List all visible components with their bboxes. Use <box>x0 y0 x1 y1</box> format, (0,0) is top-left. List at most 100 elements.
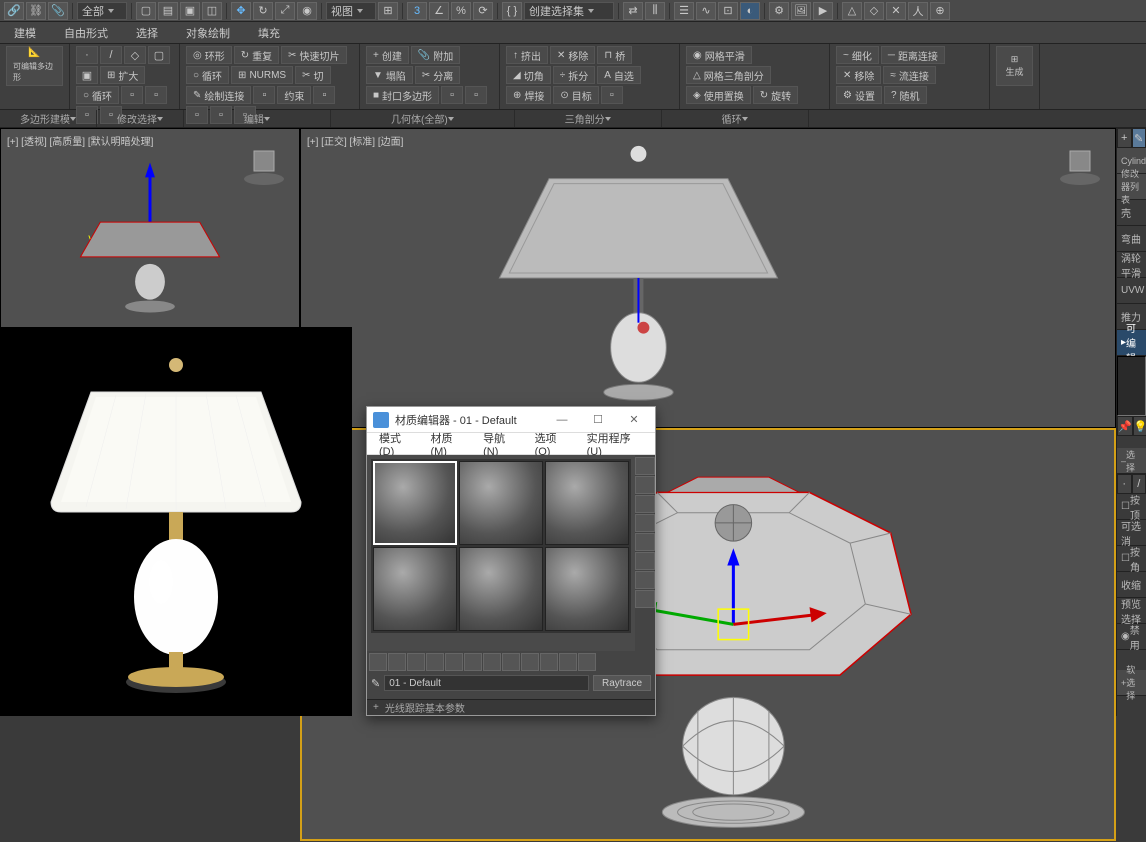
conn-flow-btn[interactable]: ≈流连接 <box>883 66 936 84</box>
bridge-btn[interactable]: ⊓桥 <box>597 46 632 64</box>
poly-mode-btn[interactable]: ▢ <box>148 46 170 64</box>
weld-btn[interactable]: ⊕焊接 <box>506 86 551 104</box>
random-btn[interactable]: ?随机 <box>884 86 927 104</box>
go-parent-btn[interactable] <box>559 653 577 671</box>
sample-uv-btn[interactable] <box>635 514 655 532</box>
modifier-uvw[interactable]: UVW <box>1117 278 1146 304</box>
select-icon[interactable]: ▢ <box>136 2 156 20</box>
geom-sub-1[interactable]: ▫ <box>441 86 463 104</box>
editable-poly-item[interactable]: ▸ 可编辑 <box>1117 330 1146 356</box>
material-slot-4[interactable] <box>373 547 457 631</box>
select-region-icon[interactable]: ▣ <box>180 2 200 20</box>
by-vertex-check[interactable]: ☐ 按顶 <box>1117 494 1146 520</box>
make-unique-btn[interactable] <box>464 653 482 671</box>
disable-radio[interactable]: ◉ 禁用 <box>1117 624 1146 650</box>
conn-edge-btn[interactable]: ─距离连接 <box>881 46 945 64</box>
tool-d-icon[interactable]: 人 <box>908 2 928 20</box>
constraint-btn[interactable]: 约束 <box>277 86 311 104</box>
by-angle-check[interactable]: ☐ 按角 <box>1117 546 1146 572</box>
create-tab[interactable]: + <box>1117 128 1132 148</box>
collapse-btn[interactable]: ▼塌陷 <box>366 66 413 84</box>
cut-btn[interactable]: ✂切 <box>295 66 330 84</box>
pick-icon[interactable]: ✎ <box>371 677 380 690</box>
rotate-tri-btn[interactable]: ↻旋转 <box>753 86 798 104</box>
material-slot-1[interactable] <box>373 461 457 545</box>
show-end-btn[interactable] <box>540 653 558 671</box>
schematic-icon[interactable]: ⊡ <box>718 2 738 20</box>
ring-btn[interactable]: ◎环形 <box>186 46 232 64</box>
shrink-btn[interactable]: 收缩 <box>1117 572 1146 598</box>
relax-btn[interactable]: ~细化 <box>836 46 879 64</box>
selection-set-dropdown[interactable]: 创建选择集 <box>524 2 614 20</box>
tool-b-icon[interactable]: ◇ <box>864 2 884 20</box>
background-btn[interactable] <box>635 495 655 513</box>
edit-sub-2[interactable]: ▫ <box>313 86 335 104</box>
select-by-mat-btn[interactable] <box>635 590 655 608</box>
video-color-btn[interactable] <box>635 533 655 551</box>
render-setup-icon[interactable]: ⚙ <box>769 2 789 20</box>
reset-btn[interactable] <box>426 653 444 671</box>
loop2-btn[interactable]: ○循环 <box>186 66 229 84</box>
minimize-button[interactable]: — <box>547 409 577 431</box>
mat-menu-options[interactable]: 选项(O) <box>527 430 579 458</box>
autos-btn[interactable]: A自选 <box>597 66 641 84</box>
material-slot-6[interactable] <box>545 547 629 631</box>
mat-menu-mode[interactable]: 模式(D) <box>371 430 422 458</box>
snap-icon[interactable]: 3 <box>407 2 427 20</box>
tab-modifysel[interactable]: 修改选择 <box>97 110 184 127</box>
viewport-perspective[interactable]: [+] [透视] [高质量] [默认明暗处理] y <box>0 128 300 346</box>
seal-btn[interactable]: ■封口多边形 <box>366 86 439 104</box>
material-slot-5[interactable] <box>459 547 543 631</box>
tab-polymodel[interactable]: 多边形建模 <box>0 110 97 127</box>
tab-edit[interactable]: 编辑 <box>184 110 331 127</box>
modify-tab[interactable]: ✎ <box>1132 128 1146 148</box>
edit-sub-1[interactable]: ▫ <box>253 86 275 104</box>
menu-freeform[interactable]: 自由形式 <box>50 22 122 43</box>
g5-sub-1[interactable]: ▫ <box>601 86 623 104</box>
remove2-btn[interactable]: ✕移除 <box>836 66 881 84</box>
bind-icon[interactable]: 📎 <box>48 2 68 20</box>
tab-tri[interactable]: 三角剖分 <box>515 110 662 127</box>
move-icon[interactable]: ✥ <box>231 2 251 20</box>
material-icon[interactable]: ◐ <box>740 2 760 20</box>
loop-btn[interactable]: ○循环 <box>76 86 119 104</box>
attach-btn[interactable]: 📎附加 <box>411 46 460 64</box>
make-preview-btn[interactable] <box>635 552 655 570</box>
menu-populate[interactable]: 填充 <box>244 22 294 43</box>
geom-sub-2[interactable]: ▫ <box>465 86 487 104</box>
mesh-smooth-btn[interactable]: ◉网格平滑 <box>686 46 752 64</box>
scale-icon[interactable]: ⤢ <box>275 2 295 20</box>
mirror-icon[interactable]: ⇄ <box>623 2 643 20</box>
quickslice-btn[interactable]: ✂快速切片 <box>281 46 346 64</box>
put-to-lib-btn[interactable] <box>483 653 501 671</box>
assign-btn[interactable] <box>407 653 425 671</box>
create-btn[interactable]: +创建 <box>366 46 409 64</box>
align-icon[interactable]: ⫼ <box>645 2 665 20</box>
scope-dropdown[interactable]: 全部 <box>77 2 127 20</box>
mat-menu-nav[interactable]: 导航(N) <box>475 430 526 458</box>
select-name-icon[interactable]: ▤ <box>158 2 178 20</box>
repeat-btn[interactable]: ↻重复 <box>234 46 279 64</box>
tri-split-btn[interactable]: △网格三角剖分 <box>686 66 771 84</box>
tab-geom[interactable]: 几何体(全部) <box>331 110 515 127</box>
mat-menu-util[interactable]: 实用程序(U) <box>579 430 651 458</box>
modifier-list-label[interactable]: 修改器列表 <box>1117 174 1146 200</box>
menu-modeling[interactable]: 建模 <box>0 22 50 43</box>
generate-btn[interactable]: ⊞生成 <box>996 46 1033 86</box>
stack-btn-2[interactable]: 💡 <box>1133 416 1146 436</box>
setup-btn[interactable]: ⚙设置 <box>836 86 882 104</box>
window-crossing-icon[interactable]: ◫ <box>202 2 222 20</box>
maximize-button[interactable]: ☐ <box>583 409 613 431</box>
curve-editor-icon[interactable]: ∿ <box>696 2 716 20</box>
paint-conn-btn[interactable]: ✎绘制连接 <box>186 86 251 104</box>
options-btn[interactable] <box>635 571 655 589</box>
split-btn[interactable]: ÷拆分 <box>553 66 596 84</box>
material-rollout-header[interactable]: +光线跟踪基本参数 <box>367 699 655 715</box>
get-material-btn[interactable] <box>369 653 387 671</box>
close-button[interactable]: ✕ <box>619 409 649 431</box>
link-icon[interactable]: 🔗 <box>4 2 24 20</box>
backlight-btn[interactable] <box>635 476 655 494</box>
tab-loop[interactable]: 循环 <box>662 110 809 127</box>
coord-icon[interactable]: ⊞ <box>378 2 398 20</box>
material-slot-2[interactable] <box>459 461 543 545</box>
